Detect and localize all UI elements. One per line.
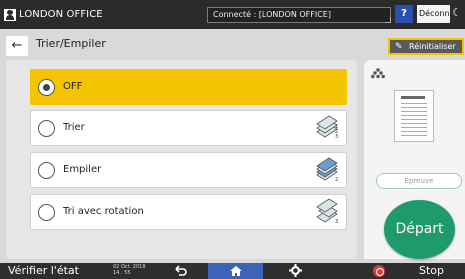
radio-selected-icon (38, 79, 55, 96)
resize-corner-icon (385, 17, 391, 23)
preview-line (401, 103, 427, 104)
svg-text:1: 1 (335, 124, 338, 130)
reset-label: Réinitialiser (409, 42, 456, 51)
preview-line (401, 119, 427, 120)
option-label: OFF (63, 81, 83, 92)
preview-line (401, 115, 427, 116)
pencil-icon: ✎ (395, 42, 403, 52)
home-icon (230, 266, 242, 276)
option-trier[interactable]: Trier 3 2 1 (30, 110, 347, 146)
option-label: Trier (63, 122, 85, 133)
preview-line (401, 123, 427, 124)
screen-header: ← Trier/Empiler ✎ Réinitialiser (0, 29, 465, 61)
option-off[interactable]: OFF (30, 69, 347, 105)
stop-icon (373, 265, 385, 277)
preview-line (401, 127, 427, 128)
user-icon (4, 8, 16, 21)
help-button[interactable]: ? (395, 5, 413, 23)
start-button[interactable]: Départ (384, 200, 455, 259)
preview-line (401, 111, 427, 112)
preview-line (401, 135, 427, 136)
sort-stack-icon: 3 2 1 (316, 115, 338, 140)
option-label: Empiler (63, 164, 102, 175)
check-status-button[interactable]: Vérifier l'état (8, 264, 79, 277)
user-name: LONDON OFFICE (19, 9, 103, 20)
toner-dots-icon[interactable] (371, 68, 385, 79)
option-tri-avec-rotation[interactable]: Tri avec rotation 3 (30, 194, 347, 230)
page-title: Trier/Empiler (36, 37, 106, 50)
stop-button[interactable]: Stop (365, 263, 465, 279)
option-empiler[interactable]: Empiler 2 (30, 152, 347, 188)
preview-heading (401, 96, 425, 99)
logout-button[interactable]: Déconnexion (417, 5, 450, 23)
preview-line (401, 131, 427, 132)
gear-icon[interactable] (289, 264, 302, 277)
energy-saver-icon[interactable]: ☾ (452, 6, 462, 19)
radio-icon (38, 120, 55, 137)
home-button[interactable] (208, 263, 263, 279)
preview-panel: Épreuve Départ (364, 60, 465, 259)
proof-button[interactable]: Épreuve (376, 173, 462, 189)
rotate-sort-icon: 3 (316, 198, 338, 225)
reset-button[interactable]: ✎ Réinitialiser (388, 38, 464, 55)
stop-label: Stop (419, 264, 445, 277)
page-preview (394, 90, 434, 142)
svg-text:3: 3 (335, 219, 338, 225)
radio-icon (38, 162, 55, 179)
svg-text:2: 2 (335, 177, 338, 183)
bottom-nav-bar: Vérifier l'état 02 Oct. 2018 14 : 55 Sto… (0, 263, 465, 279)
options-panel: OFF Trier 3 2 1 Empiler 2 Tri avec rotat… (6, 60, 357, 259)
option-label: Tri avec rotation (63, 206, 144, 217)
connection-status: Connecté : [LONDON OFFICE] (207, 7, 391, 23)
back-button[interactable]: ← (6, 36, 28, 56)
stack-icon: 2 (316, 157, 338, 183)
radio-icon (38, 204, 55, 221)
return-arrow-icon[interactable] (173, 263, 189, 279)
user-box: LONDON OFFICE (0, 0, 175, 29)
preview-line (401, 107, 427, 108)
arrow-left-icon: ← (11, 38, 23, 53)
date-time: 02 Oct. 2018 14 : 55 (113, 264, 146, 276)
time-text: 14 : 55 (113, 270, 131, 276)
top-status-bar: LONDON OFFICE Connecté : [LONDON OFFICE]… (0, 0, 465, 29)
